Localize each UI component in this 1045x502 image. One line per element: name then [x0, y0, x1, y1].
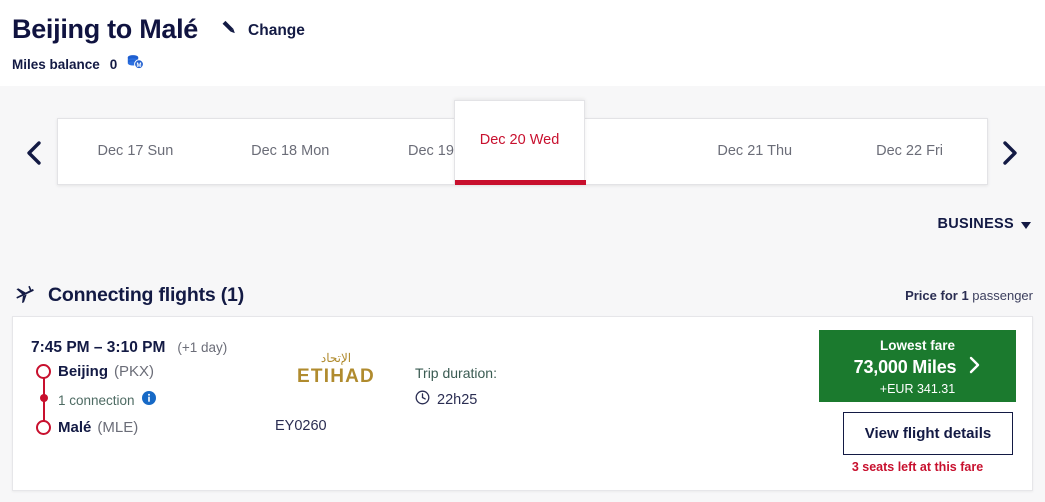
date-tab-selected[interactable]: Dec 20 Wed: [454, 100, 586, 185]
origin-row: Beijing (PKX): [58, 363, 154, 380]
lowest-fare-button[interactable]: Lowest fare 73,000 Miles +EUR 341.31: [819, 330, 1016, 402]
destination-stop-marker: [36, 420, 51, 435]
chevron-right-icon: [968, 356, 981, 379]
airline-block: الإتحاد ETIHAD EY0260: [271, 349, 401, 434]
price-for-count: 1: [961, 288, 969, 303]
seats-left-warning: 3 seats left at this fare: [819, 460, 1016, 474]
clock-icon: [415, 390, 430, 410]
miles-balance-value: 0: [109, 56, 118, 72]
title-row: Beijing to Malé Change: [12, 12, 1033, 46]
chevron-left-icon: [27, 141, 41, 165]
date-tab-1[interactable]: Dec 18 Mon: [213, 118, 368, 185]
svg-text:M: M: [137, 63, 142, 69]
connection-row: 1 connection: [58, 391, 156, 410]
date-tab-4[interactable]: Dec 21 Thu: [677, 118, 832, 185]
info-icon[interactable]: [141, 391, 156, 410]
arrival-day-offset: (+1 day): [177, 340, 228, 355]
destination-city: Malé: [58, 419, 92, 436]
fare-cash-surcharge: +EUR 341.31: [879, 382, 956, 396]
chevron-right-icon: [1003, 141, 1017, 165]
trip-duration-value: 22h25: [437, 392, 478, 408]
destination-row: Malé (MLE): [58, 419, 138, 436]
date-tab-selected-label: Dec 20 Wed: [479, 132, 560, 148]
route-summary: Beijing (PKX) 1 connection Malé (MLE): [31, 363, 291, 436]
change-label: Change: [248, 22, 305, 39]
route-timeline: Beijing (PKX) 1 connection Malé (MLE): [31, 363, 291, 436]
price-for-passengers: Price for 1 passenger: [905, 288, 1033, 303]
prev-dates-button[interactable]: [17, 136, 51, 170]
origin-airport-code: (PKX): [114, 363, 155, 380]
fare-miles-row: 73,000 Miles: [819, 356, 1016, 379]
flight-times: 7:45 PM – 3:10 PM: [31, 339, 166, 356]
connection-count: 1 connection: [58, 393, 135, 408]
next-dates-button[interactable]: [992, 136, 1026, 170]
trip-duration-value-row: 22h25: [415, 390, 497, 410]
date-tab-0[interactable]: Dec 17 Sun: [58, 118, 213, 185]
connecting-flights-header: Connecting flights (1) Price for 1 passe…: [14, 283, 1033, 308]
svg-text:الإتحاد: الإتحاد: [321, 351, 351, 366]
flight-times-row: 7:45 PM – 3:10 PM (+1 day): [31, 339, 227, 357]
miles-balance-label: Miles balance: [12, 56, 100, 72]
etihad-logo-icon: الإتحاد ETIHAD: [271, 349, 401, 392]
date-tab-selected-underline: [455, 180, 586, 185]
cabin-class-label: BUSINESS: [937, 216, 1014, 232]
trip-duration-label: Trip duration:: [415, 365, 497, 381]
flight-search-results-page: Beijing to Malé Change Miles balance 0 M…: [0, 0, 1045, 502]
price-for-prefix: Price for: [905, 288, 962, 303]
date-selector: Dec 17 Sun Dec 18 Mon Dec 19 Tue Dec 20 …: [0, 100, 1045, 190]
flight-result-card[interactable]: 7:45 PM – 3:10 PM (+1 day) Beijing (PKX)…: [12, 316, 1033, 491]
lowest-fare-badge: Lowest fare: [879, 338, 956, 353]
destination-airport-code: (MLE): [97, 419, 139, 436]
section-title: Connecting flights (1): [48, 284, 244, 306]
results-panel: Dec 17 Sun Dec 18 Mon Dec 19 Tue Dec 20 …: [0, 86, 1045, 502]
cabin-class-selector[interactable]: BUSINESS: [937, 216, 1031, 232]
page-title: Beijing to Malé: [12, 14, 199, 44]
svg-text:ETIHAD: ETIHAD: [297, 366, 375, 387]
seats-left-text: seats left at this fare: [858, 460, 984, 474]
change-route-button[interactable]: Change: [220, 19, 305, 46]
fare-miles-amount: 73,000 Miles: [853, 357, 957, 377]
origin-city: Beijing: [58, 363, 109, 380]
view-flight-details-button[interactable]: View flight details: [843, 412, 1013, 455]
miles-balance-row: Miles balance 0 M: [12, 53, 1033, 75]
flight-number: EY0260: [275, 418, 327, 434]
origin-stop-marker: [36, 364, 51, 379]
date-tab-5[interactable]: Dec 22 Fri: [832, 118, 987, 185]
chevron-down-icon: [1021, 222, 1031, 229]
connection-stop-marker: [39, 394, 48, 402]
pencil-icon: [220, 19, 239, 43]
trip-duration-block: Trip duration: 22h25: [415, 365, 497, 410]
airplane-icon: [14, 283, 36, 308]
page-header: Beijing to Malé Change Miles balance 0 M: [0, 0, 1045, 86]
seats-left-count: 3: [851, 460, 859, 474]
coins-m-icon: M: [126, 53, 145, 75]
price-for-suffix: passenger: [968, 288, 1033, 303]
